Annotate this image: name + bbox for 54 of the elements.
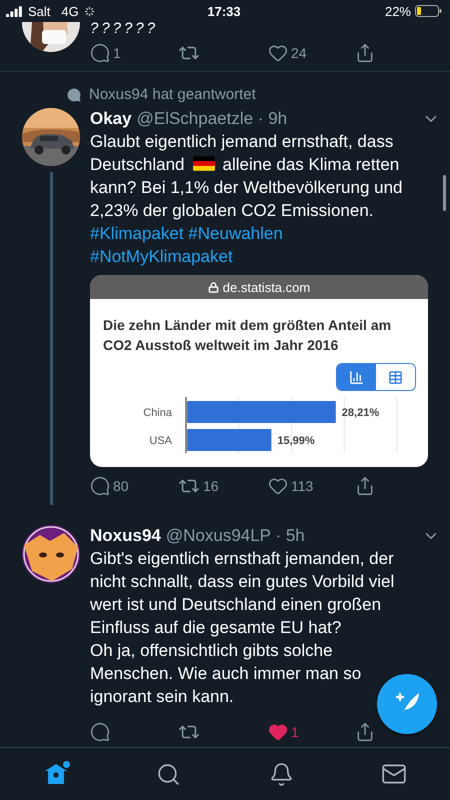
value-label: 28,21%: [342, 407, 380, 419]
tweet-text: ??????: [90, 22, 160, 36]
reply-context-text: Noxus94 hat geantwortet: [89, 86, 256, 103]
carrier-text: Salt: [28, 4, 50, 18]
hashtag-link[interactable]: #Neuwahlen: [188, 224, 283, 243]
share-button[interactable]: [355, 722, 375, 742]
signal-icon: [6, 6, 23, 16]
display-name[interactable]: Noxus94: [90, 526, 161, 546]
scrollbar: [443, 175, 446, 211]
battery-text: 22%: [384, 4, 411, 18]
link-preview-card[interactable]: de.statista.com Die zehn Länder mit dem größten Anteil am CO2 Ausstoß weltweit im Jahr 2016 China 28,21% USA 15,99%: [90, 275, 428, 467]
speech-bubble-icon: [67, 88, 81, 102]
speech-bubble-icon: [90, 722, 110, 742]
home-icon: [45, 764, 68, 784]
share-icon: [355, 476, 375, 496]
tweet-meta: @ElSchpaetzle · 9h: [136, 109, 288, 129]
value-label: 15,99%: [277, 435, 315, 447]
reply-button[interactable]: 80: [90, 476, 178, 496]
share-icon: [355, 722, 375, 742]
tweet-text: Glaubt eigentlich jemand ernsthaft, dass Deutschland alleine das Klima retten kann? Bei 1,1% der Weltbevölkerung und 2,23% der globalen CO2 Emissionen. #Klimapaket #Neuwahlen #NotMyKlimapaket: [90, 131, 404, 268]
share-icon: [355, 43, 375, 63]
heart-icon: [268, 43, 288, 63]
speech-bubble-icon: [90, 43, 110, 63]
table-icon: [388, 370, 403, 384]
like-button[interactable]: 1: [268, 722, 355, 742]
battery-icon: [415, 5, 442, 17]
hashtag-link[interactable]: #NotMyKlimapaket: [90, 247, 233, 266]
search-icon: [156, 762, 182, 786]
display-name[interactable]: Okay: [90, 109, 132, 129]
speech-bubble-icon: [90, 476, 110, 496]
category-label: China: [143, 407, 172, 419]
notification-dot: [62, 760, 70, 768]
german-flag-icon: [192, 156, 215, 171]
reply-button[interactable]: 1: [90, 43, 178, 63]
heart-icon: [268, 476, 288, 496]
tweet-meta: @Noxus94LP · 5h: [166, 526, 305, 546]
domain-text: de.statista.com: [222, 280, 310, 294]
like-button[interactable]: 24: [268, 43, 355, 63]
chart-view-button[interactable]: [337, 364, 376, 390]
loading-icon: [84, 6, 95, 16]
network-text: 4G: [61, 4, 79, 18]
share-button[interactable]: [355, 43, 375, 63]
category-label: USA: [149, 435, 172, 447]
bell-icon: [268, 762, 294, 786]
tweet-text: Gibt's eigentlich ernsthaft jemanden, der nicht schnallt, dass ein gutes Vorbild viel wert ist und Deutschland einen großen Einfluss auf die gesamte EU hat? Oh ja, offensichtlich gibts solche Menschen. Wie auch immer man so ignorant sein kann.: [90, 548, 396, 708]
share-button[interactable]: [355, 476, 375, 496]
hashtag-link[interactable]: #Klimapaket: [90, 224, 184, 243]
lock-icon: [208, 282, 219, 292]
clock-text: 17:33: [207, 4, 241, 18]
chart-title: Die zehn Länder mit dem größten Anteil am CO2 Ausstoß weltweit im Jahr 2016: [102, 316, 392, 355]
like-button[interactable]: 113: [268, 476, 355, 496]
heart-icon: [268, 722, 288, 742]
bar-chart-icon: [349, 370, 364, 384]
retweet-button[interactable]: 16: [178, 475, 268, 497]
